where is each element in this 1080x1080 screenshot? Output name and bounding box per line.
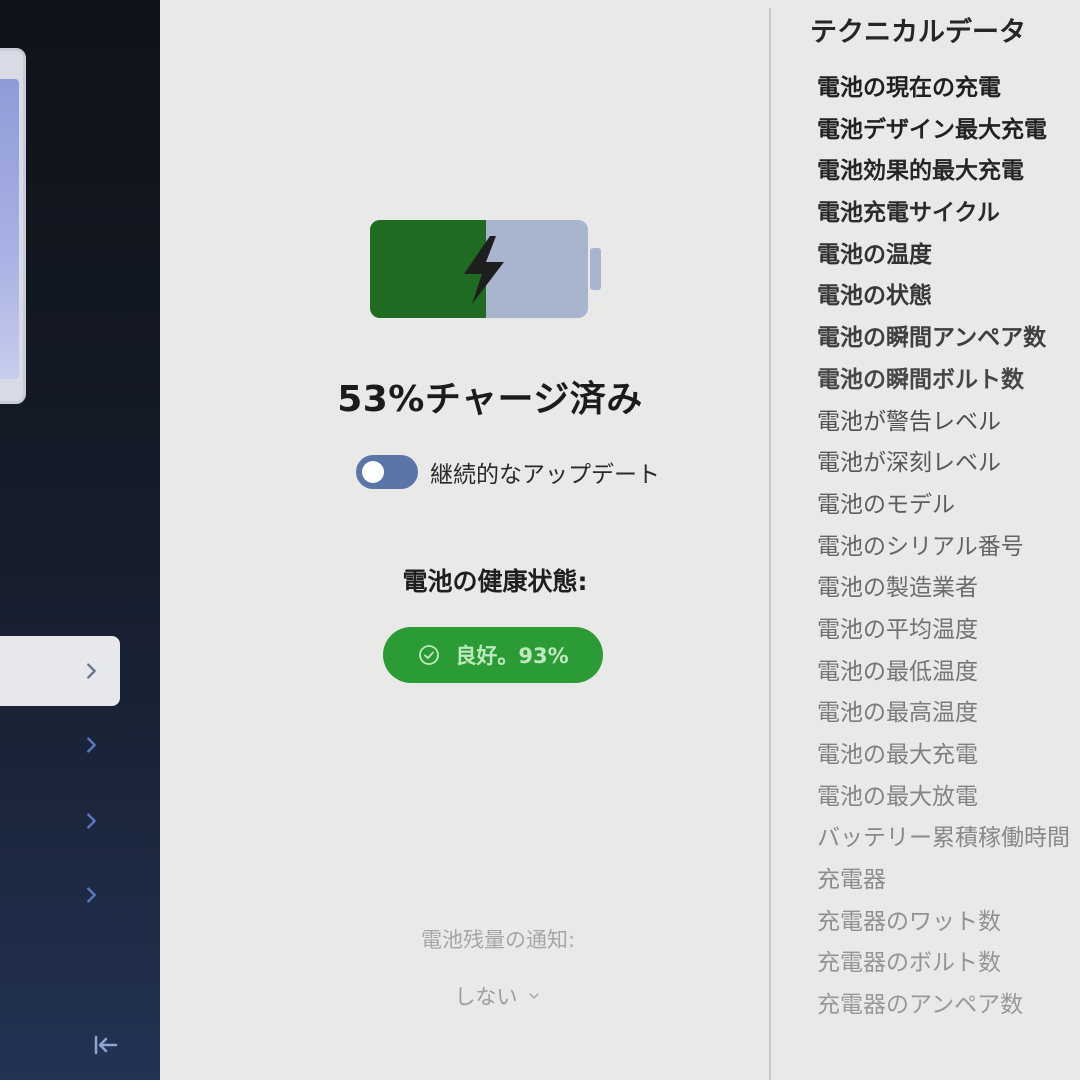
continuous-update-toggle[interactable] — [356, 455, 418, 489]
tech-data-item[interactable]: 電池の瞬間ボルト数 — [817, 360, 1072, 402]
tech-data-item[interactable]: 電池充電サイクル — [817, 193, 1072, 235]
continuous-update-row: 継続的なアップデート — [356, 452, 660, 492]
tech-data-item[interactable]: 電池の温度 — [817, 235, 1072, 277]
battery-health-value: 良好。93% — [455, 644, 569, 668]
tech-data-item[interactable]: 電池の最高温度 — [817, 693, 1072, 735]
tech-data-title: テクニカルデータ — [810, 17, 1026, 48]
tech-data-item[interactable]: 電池の最大放電 — [817, 777, 1072, 819]
sidebar-item-4[interactable] — [0, 860, 120, 930]
chevron-right-icon — [87, 737, 96, 753]
tech-data-item[interactable]: 電池の瞬間アンペア数 — [817, 318, 1072, 360]
tech-data-item[interactable]: 充電器のボルト数 — [817, 943, 1072, 985]
check-circle-icon — [419, 645, 440, 665]
column-divider — [769, 8, 771, 1080]
tech-data-item[interactable]: 充電器のワット数 — [817, 902, 1072, 944]
tech-data-item[interactable]: 充電器のアンペア数 — [817, 985, 1072, 1027]
sidebar-item-1[interactable] — [0, 636, 120, 706]
battery-charging-icon — [370, 220, 601, 318]
toggle-knob — [362, 461, 384, 483]
chevron-down-icon — [528, 993, 539, 999]
charge-status-text: 53%チャージ済み — [337, 379, 643, 420]
tech-data-item[interactable]: 電池のシリアル番号 — [817, 527, 1072, 569]
sidebar — [0, 0, 160, 1080]
tech-data-item[interactable]: 電池のモデル — [817, 485, 1072, 527]
chevron-right-icon — [87, 887, 96, 903]
battery-notification-label: 電池残量の通知: — [420, 928, 576, 952]
tech-data-item[interactable]: 電池の製造業者 — [817, 568, 1072, 610]
chevron-right-icon — [87, 663, 96, 679]
tech-data-item[interactable]: 電池の状態 — [817, 276, 1072, 318]
tech-data-item[interactable]: 電池が深刻レベル — [817, 443, 1072, 485]
sidebar-item-3[interactable] — [0, 786, 120, 856]
tech-data-item[interactable]: 充電器 — [817, 860, 1072, 902]
collapse-sidebar-button[interactable] — [88, 1030, 124, 1060]
battery-notification-select[interactable]: しない — [432, 975, 562, 1017]
tech-data-item[interactable]: 電池の最低温度 — [817, 652, 1072, 694]
collapse-left-icon — [94, 1035, 118, 1055]
continuous-update-label: 継続的なアップデート — [430, 462, 660, 488]
battery-health-badge: 良好。93% — [383, 627, 603, 683]
sidebar-thumbnail[interactable] — [0, 48, 26, 404]
tech-data-item[interactable]: 電池の現在の充電 — [817, 68, 1072, 110]
tech-data-item[interactable]: 電池の最大充電 — [817, 735, 1072, 777]
tech-data-item[interactable]: 電池の平均温度 — [817, 610, 1072, 652]
notification-selected-value: しない — [454, 985, 518, 1009]
tech-data-item[interactable]: 電池が警告レベル — [817, 402, 1072, 444]
tech-data-list: 電池の現在の充電 電池デザイン最大充電 電池効果的最大充電 電池充電サイクル 電池の温度… — [817, 68, 1072, 1027]
tech-data-item[interactable]: 電池効果的最大充電 — [817, 151, 1072, 193]
tech-data-item[interactable]: バッテリー累積稼働時間 — [817, 818, 1072, 860]
battery-health-title: 電池の健康状態: — [402, 567, 588, 596]
tech-data-item[interactable]: 電池デザイン最大充電 — [817, 110, 1072, 152]
thumbnail-preview — [0, 79, 19, 379]
chevron-right-icon — [87, 813, 96, 829]
sidebar-item-2[interactable] — [0, 710, 120, 780]
